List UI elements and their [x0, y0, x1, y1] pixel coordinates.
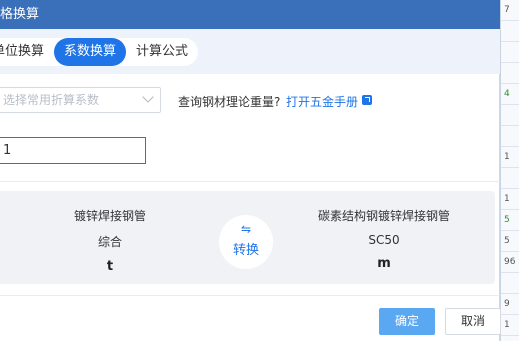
divider [0, 295, 500, 296]
sheet-cell: 9 [501, 294, 519, 315]
sheet-cell: 1 [501, 189, 519, 210]
from-unit: t [106, 259, 114, 274]
conversion-dialog: 格换算 单位换算 系数换算 计算公式 选择常用折算系数 查询钢材理论重量? 打开… [0, 0, 501, 341]
from-material: 镀锌焊接钢管 综合 t [40, 207, 180, 274]
tab-formula[interactable]: 计算公式 [126, 38, 198, 66]
sheet-cell: 5 [501, 231, 519, 252]
coefficient-select-placeholder: 选择常用折算系数 [3, 93, 100, 107]
sheet-cell: 96 [501, 252, 519, 273]
sheet-cell: 7 [501, 0, 519, 21]
sheet-cell: 4 [501, 84, 519, 105]
sheet-cell [501, 42, 519, 63]
open-manual-link[interactable]: 打开五金手册 [286, 93, 358, 110]
tab-unit-conversion[interactable]: 单位换算 [0, 38, 54, 66]
background-spreadsheet: 7 4 1 1 5 5 96 9 1 [500, 0, 519, 341]
dialog-title-bar[interactable]: 格换算 [0, 0, 500, 29]
sheet-cell [501, 105, 519, 126]
confirm-button[interactable]: 确定 [379, 308, 435, 335]
swap-label: 转换 [232, 243, 259, 258]
weight-query-text: 查询钢材理论重量? [178, 95, 281, 109]
cancel-button[interactable]: 取消 [445, 308, 501, 335]
sheet-cell [501, 63, 519, 84]
to-unit: m [377, 256, 391, 271]
from-material-name: 镀锌焊接钢管 [73, 209, 146, 223]
to-material: 碳素结构钢镀锌焊接钢管 SC50 m [300, 207, 468, 271]
from-material-spec: 综合 [97, 235, 122, 249]
to-material-spec: SC50 [368, 233, 400, 247]
sheet-cell [501, 168, 519, 189]
to-material-name: 碳素结构钢镀锌焊接钢管 [317, 209, 450, 223]
swap-icon: ⇋ [240, 222, 252, 236]
sheet-cell: 5 [501, 210, 519, 231]
sheet-cell: 1 [501, 147, 519, 168]
external-link-icon[interactable] [362, 95, 372, 105]
sheet-cell [501, 126, 519, 147]
sheet-cell [501, 273, 519, 294]
value-input[interactable] [0, 137, 146, 164]
tab-coefficient-conversion[interactable]: 系数换算 [54, 38, 127, 66]
tab-group: 单位换算 系数换算 计算公式 [0, 38, 199, 66]
divider [0, 181, 500, 182]
dialog-title: 格换算 [0, 7, 40, 22]
chevron-down-icon [142, 91, 154, 103]
sheet-cell [501, 21, 519, 42]
sheet-cell: 1 [501, 315, 519, 336]
tabs-bar: 单位换算 系数换算 计算公式 [0, 29, 500, 74]
coefficient-select[interactable]: 选择常用折算系数 [0, 87, 161, 113]
swap-button[interactable]: ⇋ 转换 [219, 215, 273, 269]
